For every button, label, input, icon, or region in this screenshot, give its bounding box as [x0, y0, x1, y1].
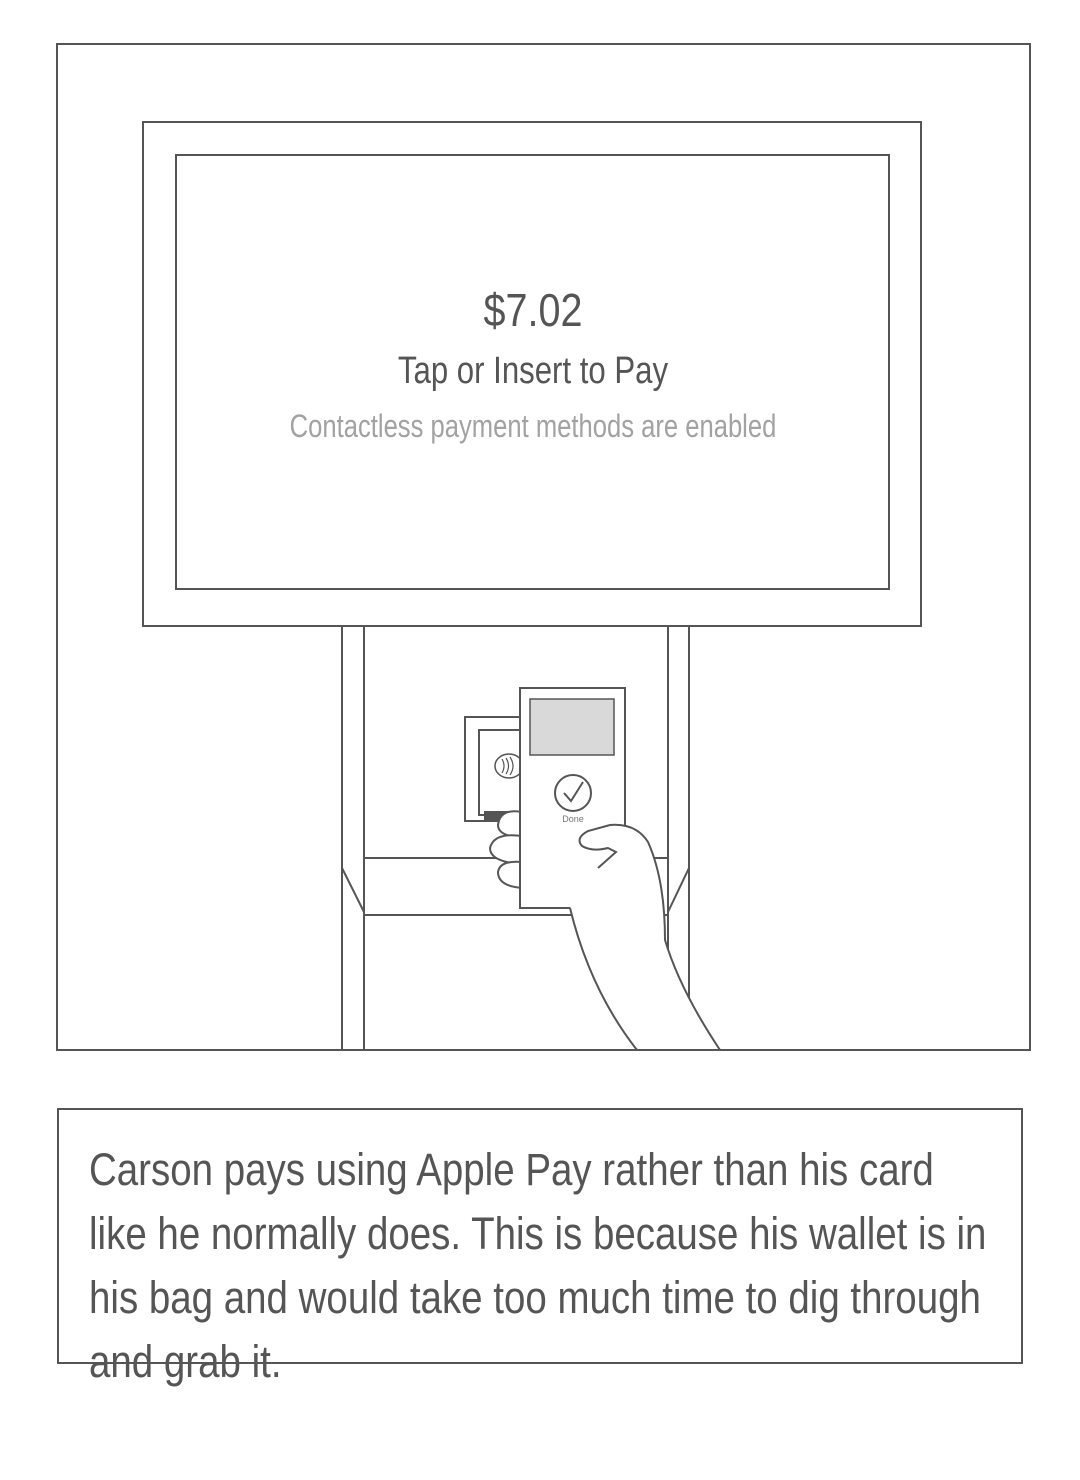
contactless-icon — [494, 753, 524, 779]
phone-done-label: Done — [562, 814, 584, 824]
caption-box: Carson pays using Apple Pay rather than … — [57, 1108, 1023, 1387]
payment-subprompt: Contactless payment methods are enabled — [289, 408, 777, 444]
payment-amount: $7.02 — [483, 284, 583, 336]
phone-screen — [529, 698, 615, 756]
caption-text: Carson pays using Apple Pay rather than … — [89, 1144, 987, 1387]
checkmark-icon — [554, 774, 592, 812]
payment-prompt: Tap or Insert to Pay — [397, 350, 669, 392]
